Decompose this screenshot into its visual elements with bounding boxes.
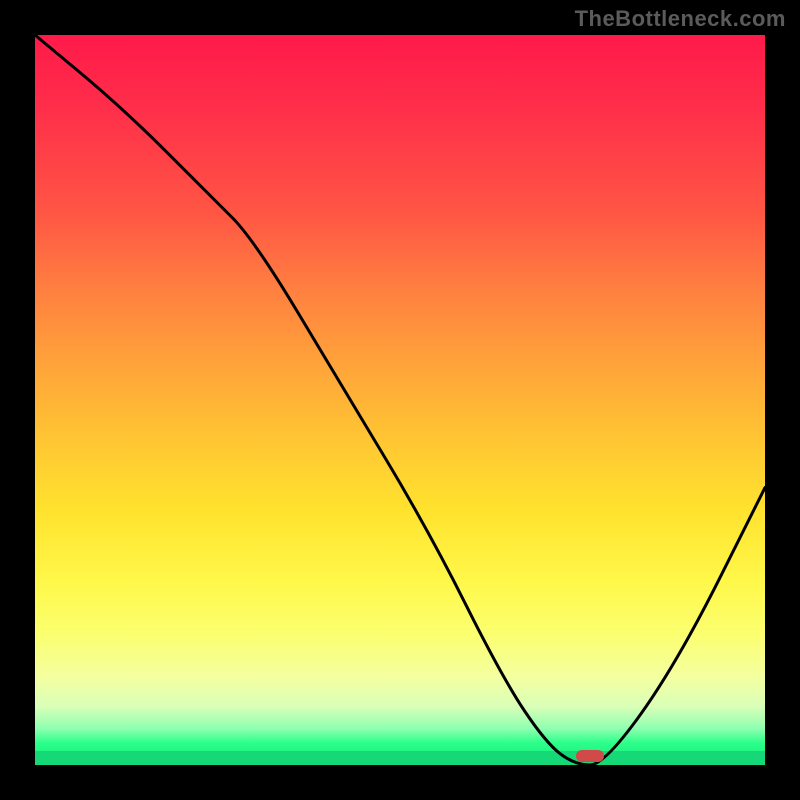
bottleneck-curve — [35, 35, 765, 765]
optimum-marker — [576, 750, 604, 762]
chart-frame: TheBottleneck.com — [0, 0, 800, 800]
watermark-text: TheBottleneck.com — [575, 6, 786, 32]
plot-area — [35, 35, 765, 765]
curve-layer — [35, 35, 765, 765]
